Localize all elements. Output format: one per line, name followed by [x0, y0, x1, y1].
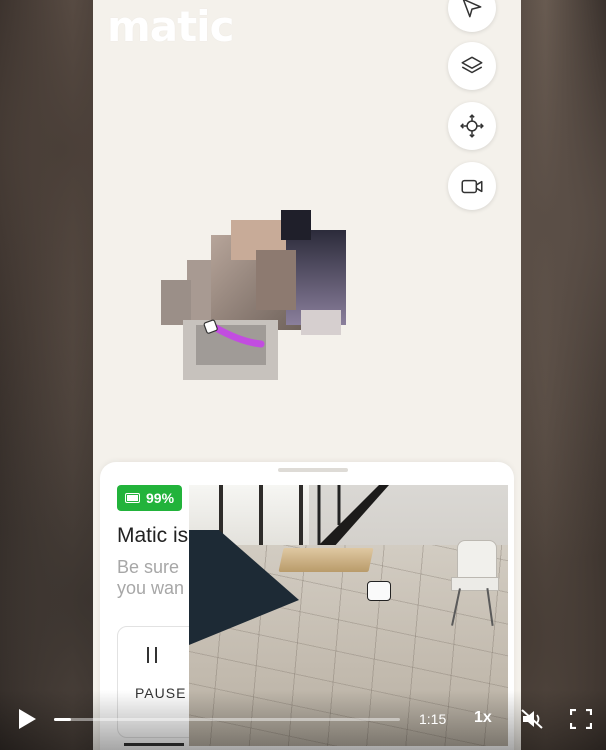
navigate-button[interactable]: [448, 0, 496, 32]
status-subtitle: Be sure you wan: [117, 557, 197, 599]
feed-chair: [457, 540, 497, 582]
layers-icon: [461, 56, 483, 74]
fullscreen-icon[interactable]: [570, 709, 592, 729]
video-time: 1:15: [419, 711, 447, 727]
feed-robot: [367, 581, 391, 601]
muted-icon[interactable]: [520, 708, 546, 730]
layers-button[interactable]: [448, 42, 496, 90]
battery-level: 99%: [146, 490, 175, 506]
status-subtitle-line: you wan: [117, 578, 185, 598]
video-controls: 1:15 1x: [0, 690, 606, 750]
play-button[interactable]: [19, 709, 36, 729]
battery-icon: [125, 493, 140, 503]
status-subtitle-line: Be sure: [117, 557, 180, 577]
recenter-icon: [460, 114, 484, 138]
matic-logo: matic: [107, 2, 234, 51]
recenter-button[interactable]: [448, 102, 496, 150]
seek-progress: [54, 718, 72, 721]
navigate-icon: [462, 0, 482, 18]
camera-icon: [461, 179, 483, 194]
scanned-map[interactable]: [161, 210, 356, 380]
playback-speed-button[interactable]: 1x: [474, 709, 492, 727]
battery-badge: 99%: [117, 485, 183, 511]
status-title: Matic is: [117, 524, 189, 547]
sheet-handle[interactable]: [278, 468, 348, 472]
seek-bar[interactable]: [54, 718, 400, 721]
pause-icon: [145, 647, 159, 663]
camera-button[interactable]: [448, 162, 496, 210]
feed-pallet: [278, 548, 374, 572]
